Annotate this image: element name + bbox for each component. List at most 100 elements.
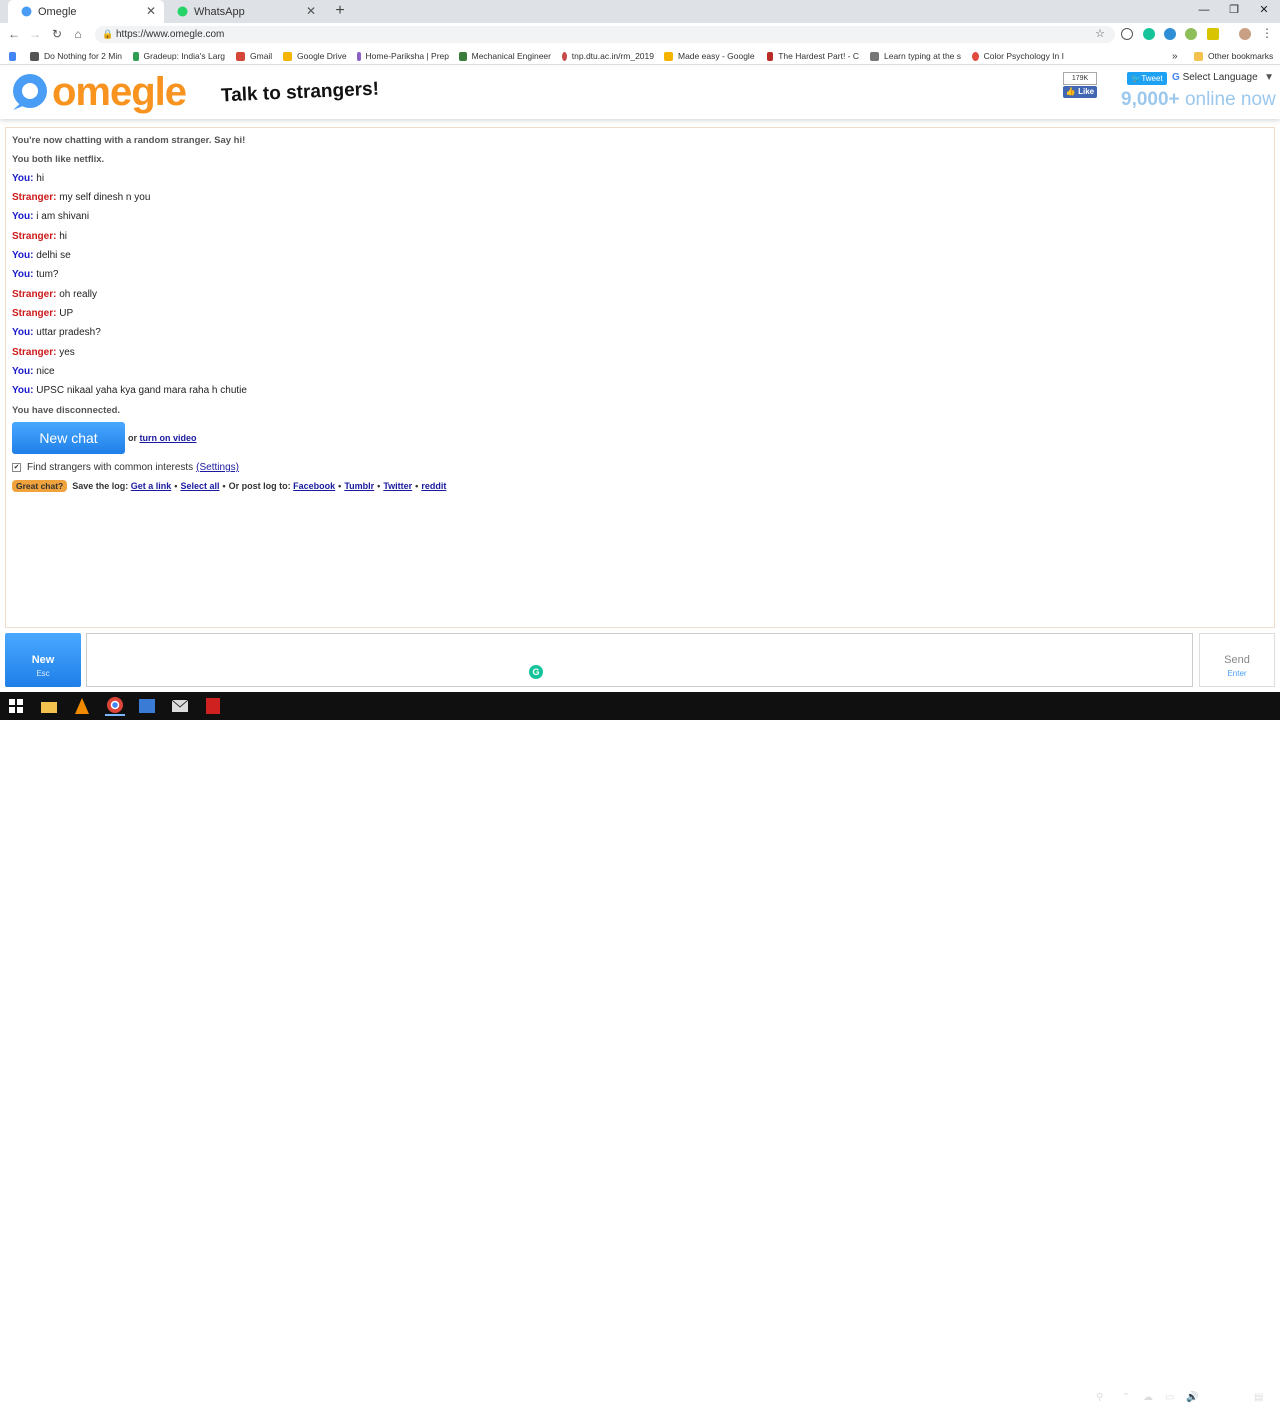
home-icon[interactable]: ⌂ [70,26,86,42]
app-icon[interactable] [137,696,157,716]
chat-message: Stranger: yes [12,347,75,358]
chat-message: Stranger: UP [12,308,74,319]
notifications-icon[interactable]: ▤ [1254,1392,1263,1403]
vlc-icon[interactable] [72,696,92,716]
google-g-icon: G [1172,72,1180,83]
new-tab-button[interactable]: + [332,2,348,20]
interests-label: Find strangers with common interests [27,462,194,473]
omegle-favicon-icon [21,6,32,17]
close-tab-icon[interactable]: ✕ [304,4,318,18]
minimize-button[interactable]: — [1188,0,1220,20]
bookmark-item[interactable]: Gmail [236,50,276,62]
new-button[interactable]: New Esc [5,633,81,687]
extension-icon[interactable] [1185,28,1197,40]
facebook-link[interactable]: Facebook [293,481,335,491]
bookmark-item[interactable]: Color Psychology In I [972,50,1064,62]
close-tab-icon[interactable]: ✕ [144,4,158,18]
windows-start-icon[interactable] [6,696,26,716]
chat-message: You: uttar pradesh? [12,327,101,338]
thumbs-up-icon: 👍 [1065,87,1076,96]
select-all-link[interactable]: Select all [180,481,219,491]
system-message: You're now chatting with a random strang… [12,135,246,146]
tumblr-link[interactable]: Tumblr [344,481,374,491]
bookmarks-bar: Do Nothing for 2 Min Gradeup: India's La… [0,47,1280,65]
new-chat-button[interactable]: New chat [12,422,125,454]
close-window-button[interactable]: ✕ [1248,0,1280,20]
bookmark-item[interactable]: Home-Pariksha | Prep [357,50,449,62]
menu-dots-icon[interactable]: ⋮ [1261,26,1273,40]
onedrive-icon[interactable]: ☁ [1143,1392,1153,1403]
chat-log: You're now chatting with a random strang… [5,127,1275,628]
browser-chrome: Omegle ✕ WhatsApp ✕ + — ❐ ✕ ← → ↻ ⌂ 🔒 ht… [0,0,1280,67]
forward-icon[interactable]: → [27,26,43,42]
extension-block-icon[interactable] [1121,28,1133,40]
reload-icon[interactable]: ↻ [49,26,65,42]
bookmark-item[interactable]: Made easy - Google [664,50,756,62]
send-button[interactable]: Send Enter [1199,633,1275,687]
fb-like-count: 179K [1063,72,1097,85]
save-log-row: Great chat? Save the log: Get a link • S… [12,480,446,492]
lock-icon: 🔒 [102,29,114,39]
mail-icon[interactable] [170,696,190,716]
video-option: or turn on video [128,433,197,443]
profile-avatar[interactable] [1239,28,1251,40]
bookmark-item[interactable]: Mechanical Engineer [459,50,551,62]
fb-like-button[interactable]: 👍 Like [1063,86,1097,98]
grammarly-extension-icon[interactable] [1143,28,1155,40]
chrome-icon[interactable] [105,696,125,716]
chat-message: Stranger: hi [12,231,68,242]
bookmark-item[interactable]: tnp.dtu.ac.in/rm_2019 [562,50,654,62]
clock[interactable]: 2:42 PM 2/6/2019 [1198,1387,1248,1409]
network-icon[interactable]: ▭ [1165,1392,1174,1403]
tweet-button[interactable]: 🐦Tweet [1127,72,1167,85]
system-message: You both like netflix. [12,154,105,165]
online-count: 9,000+ online now [1121,89,1276,110]
grammarly-icon[interactable]: G [529,665,543,679]
tab-title: Omegle [38,5,77,18]
acrobat-icon[interactable] [203,696,223,716]
file-explorer-icon[interactable] [39,696,59,716]
interests-checkbox[interactable]: ✔ [12,463,21,472]
chat-message: You: tum? [12,269,59,280]
bookmark-item[interactable]: Learn typing at the s [870,50,962,62]
tab-omegle[interactable]: Omegle ✕ [8,0,164,23]
address-bar[interactable]: 🔒 https://www.omegle.com ☆ [95,26,1115,43]
apps-icon[interactable] [9,50,21,62]
bookmark-item[interactable]: Google Drive [283,50,347,62]
great-chat-badge: Great chat? [12,480,68,492]
tab-whatsapp[interactable]: WhatsApp ✕ [164,0,324,23]
extension-icon[interactable] [1164,28,1176,40]
back-icon[interactable]: ← [6,26,22,42]
extension-icon[interactable] [1207,28,1219,40]
url-text: https://www.omegle.com [116,29,225,40]
dropdown-arrow-icon: ▼ [1264,72,1274,83]
maximize-button[interactable]: ❐ [1218,0,1250,20]
tray-chevron-icon[interactable]: ⌃ [1122,1392,1130,1403]
omegle-logo-icon [13,74,47,110]
language-select[interactable]: G Select Language ▼ [1172,71,1274,85]
whatsapp-favicon-icon [177,6,188,17]
bookmark-star-icon[interactable]: ☆ [1095,26,1105,43]
chat-message: You: nice [12,366,55,377]
other-bookmarks[interactable]: Other bookmarks [1194,50,1274,62]
turn-on-video-link[interactable]: turn on video [140,433,197,443]
twitter-link[interactable]: Twitter [383,481,412,491]
chat-message: Stranger: oh really [12,289,98,300]
settings-link[interactable]: (Settings) [196,462,239,473]
get-link-link[interactable]: Get a link [131,481,172,491]
chat-message: Stranger: my self dinesh n you [12,192,151,203]
message-input[interactable] [86,633,1193,687]
bookmark-item[interactable]: Do Nothing for 2 Min [30,50,122,62]
omegle-logo[interactable]: omegle [10,70,187,114]
tab-strip: Omegle ✕ WhatsApp ✕ + — ❐ ✕ [0,0,1280,23]
chat-message: You: i am shivani [12,211,90,222]
reddit-link[interactable]: reddit [421,481,446,491]
volume-icon[interactable]: 🔊 [1186,1392,1198,1403]
chat-message: You: delhi se [12,250,71,261]
people-icon[interactable]: ⚲ [1096,1392,1103,1403]
bookmark-item[interactable]: Gradeup: India's Larg [133,50,225,62]
more-bookmarks-icon[interactable]: » [1172,50,1184,62]
chat-message: You: UPSC nikaal yaha kya gand mara raha… [12,385,247,396]
bookmark-item[interactable]: The Hardest Part! - C [767,50,859,62]
taskbar: ⚲ ⌃ ☁ ▭ 🔊 2:42 PM 2/6/2019 ▤ [0,692,1280,1408]
